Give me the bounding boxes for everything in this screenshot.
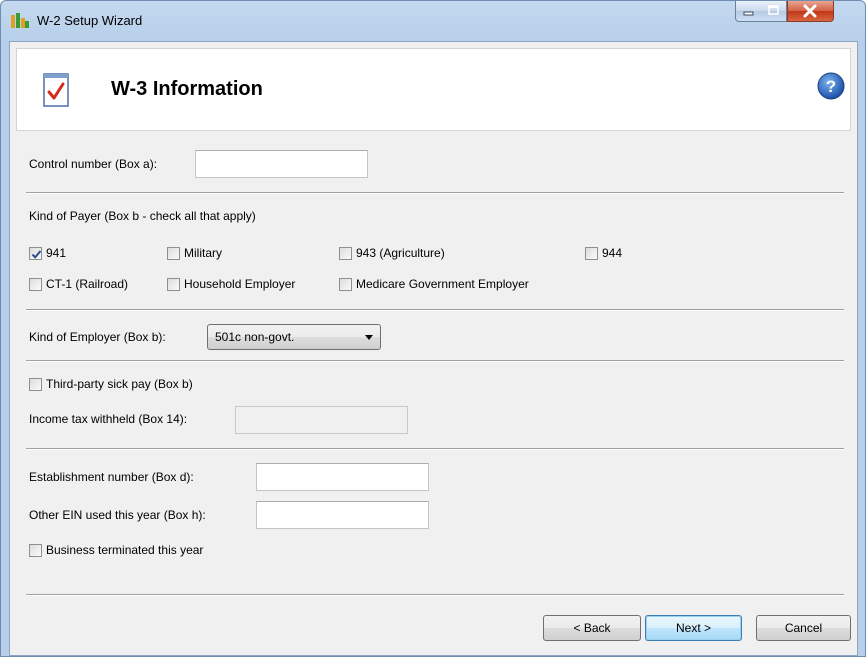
checkmark-icon [31,250,42,259]
control-number-input[interactable] [195,150,368,178]
window-title: W-2 Setup Wizard [37,13,143,28]
checkbox-941-label[interactable]: 941 [46,246,66,260]
checkbox-941[interactable] [29,247,42,260]
page-title: W-3 Information [111,78,263,100]
checkbox-military-label[interactable]: Military [184,246,222,260]
checkbox-944-label[interactable]: 944 [602,246,622,260]
divider [26,448,844,450]
maximize-button[interactable] [761,1,787,22]
kind-of-employer-dropdown[interactable]: 501c non-govt. [207,324,381,350]
checkbox-household-employer[interactable] [167,278,180,291]
income-tax-withheld-input [235,406,408,434]
control-number-label: Control number (Box a): [29,157,158,171]
maximize-icon [768,5,779,15]
close-icon [803,4,817,18]
checkbox-business-terminated-label[interactable]: Business terminated this year [46,543,203,557]
establishment-number-input[interactable] [256,463,429,491]
checkbox-943-agriculture-label[interactable]: 943 (Agriculture) [356,246,445,260]
page-header: W-3 Information ? [16,48,851,131]
divider [26,360,844,362]
checkbox-ct1-railroad-label[interactable]: CT-1 (Railroad) [46,277,128,291]
title-bar[interactable]: W-2 Setup Wizard [1,1,865,41]
checkbox-medicare-government-employer-label[interactable]: Medicare Government Employer [356,277,529,291]
back-button[interactable]: < Back [543,615,641,641]
other-ein-label: Other EIN used this year (Box h): [29,508,206,522]
minimize-icon [743,11,754,16]
other-ein-input[interactable] [256,501,429,529]
checkbox-third-party-sick-pay-label[interactable]: Third-party sick pay (Box b) [46,377,193,391]
checkbox-944[interactable] [585,247,598,260]
checkbox-third-party-sick-pay[interactable] [29,378,42,391]
establishment-number-label: Establishment number (Box d): [29,470,194,484]
kind-of-employer-value: 501c non-govt. [215,330,295,344]
checkbox-ct1-railroad[interactable] [29,278,42,291]
divider [26,594,844,596]
kind-of-employer-label: Kind of Employer (Box b): [29,330,166,344]
chevron-down-icon [365,335,373,340]
income-tax-withheld-label: Income tax withheld (Box 14): [29,412,188,426]
checkbox-943-agriculture[interactable] [339,247,352,260]
minimize-button[interactable] [735,1,762,22]
help-icon[interactable]: ? [817,72,845,100]
document-check-icon [43,73,69,107]
cancel-button[interactable]: Cancel [756,615,851,641]
checkbox-medicare-government-employer[interactable] [339,278,352,291]
app-icon [11,13,29,28]
svg-text:?: ? [826,77,836,96]
checkbox-household-employer-label[interactable]: Household Employer [184,277,295,291]
wizard-window: W-2 Setup Wizard W-3 Information ? Contr… [0,0,866,657]
next-button[interactable]: Next > [645,615,742,641]
checkbox-business-terminated[interactable] [29,544,42,557]
divider [26,192,844,194]
checkbox-military[interactable] [167,247,180,260]
kind-of-payer-label: Kind of Payer (Box b - check all that ap… [29,209,256,223]
wizard-content: W-3 Information ? Control number (Box a)… [9,41,858,656]
divider [26,309,844,311]
close-button[interactable] [787,1,834,22]
